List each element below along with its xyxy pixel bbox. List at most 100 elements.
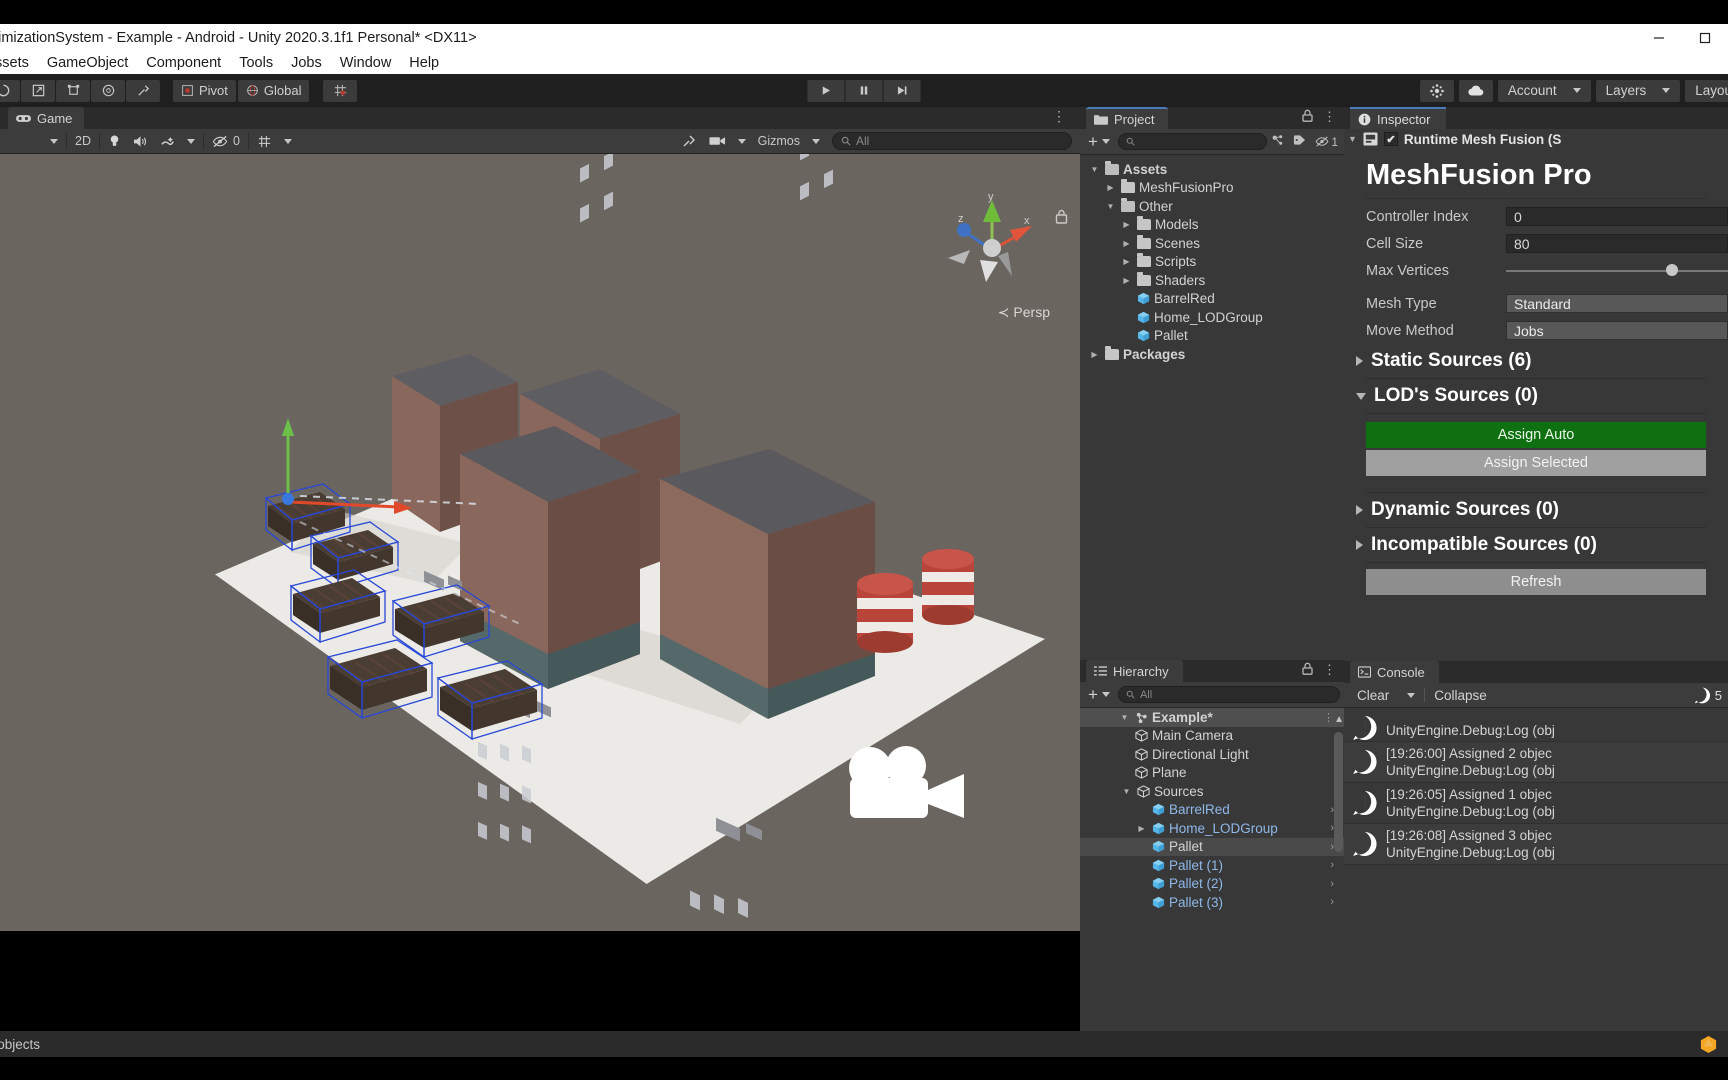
- menu-item-jobs[interactable]: Jobs: [282, 55, 331, 71]
- field-mesh-type[interactable]: Mesh Type Standard: [1344, 290, 1728, 317]
- section-lods-sources[interactable]: LOD's Sources (0): [1344, 379, 1728, 413]
- assign-selected-button[interactable]: Assign Selected: [1366, 450, 1706, 476]
- twisty-down-icon[interactable]: ▼: [1118, 713, 1131, 722]
- log-entry[interactable]: [19:26:05] Assigned 1 objec UnityEngine.…: [1344, 783, 1728, 824]
- game-render-canvas[interactable]: y x z ≺ Persp 相同的规: [0, 154, 1080, 931]
- twisty-down-icon[interactable]: ▼: [1120, 787, 1133, 796]
- effects-icon[interactable]: [154, 132, 181, 151]
- grid-snap-icon[interactable]: [323, 79, 358, 102]
- global-toggle[interactable]: Global: [237, 79, 310, 102]
- twisty-right-icon[interactable]: [1356, 540, 1363, 550]
- twisty-right-icon[interactable]: ▶: [1120, 220, 1133, 229]
- chevron-right-icon[interactable]: ›: [1330, 878, 1334, 890]
- tree-item-barrelred[interactable]: BarrelRed: [1080, 290, 1344, 309]
- step-button[interactable]: [883, 79, 921, 102]
- menu-item-tools[interactable]: Tools: [230, 55, 282, 71]
- minimize-button[interactable]: [1636, 24, 1682, 51]
- tree-item-packages[interactable]: ▶ Packages: [1080, 345, 1344, 364]
- scroll-up-icon[interactable]: ▲: [1334, 714, 1344, 725]
- chevron-right-icon[interactable]: ›: [1330, 896, 1334, 908]
- search-input[interactable]: All: [832, 132, 1072, 150]
- component-header[interactable]: ▼ ✔ Runtime Mesh Fusion (S: [1344, 129, 1728, 149]
- tree-item-home-lodgroup[interactable]: Home_LODGroup: [1080, 308, 1344, 327]
- custom-tool-icon[interactable]: [126, 79, 160, 102]
- pivot-toggle[interactable]: Pivot: [173, 79, 236, 102]
- hierarchy-item-sources[interactable]: ▼ Sources: [1080, 782, 1344, 801]
- collab-icon[interactable]: [1419, 79, 1454, 102]
- kebab-menu-icon[interactable]: ⋮: [1323, 711, 1334, 724]
- hierarchy-search-input[interactable]: All: [1117, 686, 1340, 703]
- aspect-2d-toggle[interactable]: 2D: [69, 132, 97, 151]
- hierarchy-item-directional-light[interactable]: Directional Light: [1080, 745, 1344, 764]
- field-cell-size[interactable]: Cell Size 80: [1344, 230, 1728, 257]
- hidden-objects-toggle[interactable]: 0: [206, 132, 246, 151]
- twisty-down-icon[interactable]: ▼: [1088, 165, 1101, 174]
- twisty-right-icon[interactable]: ▶: [1120, 239, 1133, 248]
- log-entry[interactable]: [19:25:55] Removed 0 sour UnityEngine.De…: [1344, 708, 1728, 742]
- field-controller-index[interactable]: Controller Index 0: [1344, 203, 1728, 230]
- component-enabled-checkbox[interactable]: ✔: [1383, 132, 1398, 146]
- camera-dropdown[interactable]: [732, 132, 752, 151]
- refresh-button[interactable]: Refresh: [1366, 569, 1706, 595]
- lock-icon[interactable]: [1302, 662, 1313, 678]
- grid-dropdown[interactable]: [278, 132, 298, 151]
- menu-item-assets[interactable]: ssets: [0, 55, 38, 71]
- console-log-list[interactable]: [19:25:55] Removed 0 sour UnityEngine.De…: [1344, 708, 1728, 1053]
- tree-item-pallet[interactable]: Pallet: [1080, 327, 1344, 346]
- hierarchy-scrollbar[interactable]: [1334, 732, 1343, 852]
- tab-game[interactable]: Game: [8, 107, 85, 129]
- cloud-icon[interactable]: [1458, 79, 1493, 102]
- controller-index-input[interactable]: 0: [1506, 207, 1728, 226]
- log-count-badge[interactable]: 5: [1694, 687, 1728, 704]
- menubar[interactable]: ssets GameObject Component Tools Jobs Wi…: [0, 51, 1728, 74]
- gizmos-caret[interactable]: [806, 132, 826, 151]
- hierarchy-item-pallet-3[interactable]: Pallet (3) ›: [1080, 893, 1344, 912]
- assign-auto-button[interactable]: Assign Auto: [1366, 422, 1706, 448]
- rect-tool-icon[interactable]: [56, 79, 90, 102]
- gizmos-dropdown[interactable]: Gizmos: [752, 132, 806, 151]
- perspective-label[interactable]: ≺ Persp: [998, 304, 1050, 321]
- scene-nav-gizmo[interactable]: y x z: [946, 192, 1038, 288]
- label-filter-icon[interactable]: [1293, 134, 1306, 149]
- collapse-toggle[interactable]: Collapse: [1425, 686, 1496, 705]
- play-button[interactable]: [807, 79, 845, 102]
- tab-project[interactable]: Project: [1086, 107, 1169, 129]
- hierarchy-item-pallet-2[interactable]: Pallet (2) ›: [1080, 875, 1344, 894]
- slider-handle[interactable]: [1665, 264, 1678, 276]
- twisty-down-icon[interactable]: [1356, 392, 1366, 400]
- twisty-right-icon[interactable]: ▶: [1120, 257, 1133, 266]
- log-entry[interactable]: [19:26:00] Assigned 2 objec UnityEngine.…: [1344, 742, 1728, 783]
- tab-hierarchy[interactable]: Hierarchy: [1086, 660, 1183, 682]
- account-dropdown[interactable]: Account: [1497, 79, 1591, 102]
- hierarchy-item-example[interactable]: ▼ Example* ⋮: [1080, 708, 1344, 727]
- tab-inspector[interactable]: Inspector: [1350, 107, 1447, 129]
- visibility-icon[interactable]: 1: [1315, 135, 1338, 149]
- hierarchy-item-main-camera[interactable]: Main Camera: [1080, 727, 1344, 746]
- maximize-button[interactable]: [1682, 24, 1728, 51]
- hierarchy-tree[interactable]: ▼ Example* ⋮ Main Camera Directional Lig…: [1080, 708, 1344, 1008]
- twisty-right-icon[interactable]: ▶: [1120, 276, 1133, 285]
- field-max-vertices[interactable]: Max Vertices: [1344, 257, 1728, 284]
- project-search-input[interactable]: [1117, 133, 1268, 150]
- twisty-right-icon[interactable]: ▶: [1135, 824, 1148, 833]
- menu-item-help[interactable]: Help: [400, 55, 448, 71]
- menu-item-gameobject[interactable]: GameObject: [38, 55, 137, 71]
- project-asset-tree[interactable]: ▼ Assets ▶ MeshFusionPro ▼ Other ▶ Model…: [1080, 155, 1344, 364]
- prefab-filter-icon[interactable]: [1271, 134, 1284, 150]
- twisty-right-icon[interactable]: [1356, 356, 1363, 366]
- kebab-menu-icon[interactable]: ⋮: [1052, 109, 1066, 123]
- move-tool-icon[interactable]: [21, 79, 55, 102]
- mesh-type-dropdown[interactable]: Standard: [1506, 294, 1728, 313]
- layers-dropdown[interactable]: Layers: [1595, 79, 1681, 102]
- twisty-down-icon[interactable]: ▼: [1104, 202, 1117, 211]
- scene-tools-icon[interactable]: [675, 132, 703, 151]
- section-incompatible-sources[interactable]: Incompatible Sources (0): [1344, 528, 1728, 562]
- effects-dropdown[interactable]: [181, 132, 201, 151]
- hierarchy-item-home-lodgroup[interactable]: ▶ Home_LODGroup ›: [1080, 819, 1344, 838]
- grid-icon[interactable]: [251, 132, 278, 151]
- twisty-right-icon[interactable]: ▶: [1104, 183, 1117, 192]
- tree-item-scenes[interactable]: ▶ Scenes: [1080, 234, 1344, 253]
- lock-icon[interactable]: [1302, 109, 1313, 125]
- gizmo-lock-icon[interactable]: [1055, 209, 1068, 227]
- scale-tool-icon[interactable]: [91, 79, 125, 102]
